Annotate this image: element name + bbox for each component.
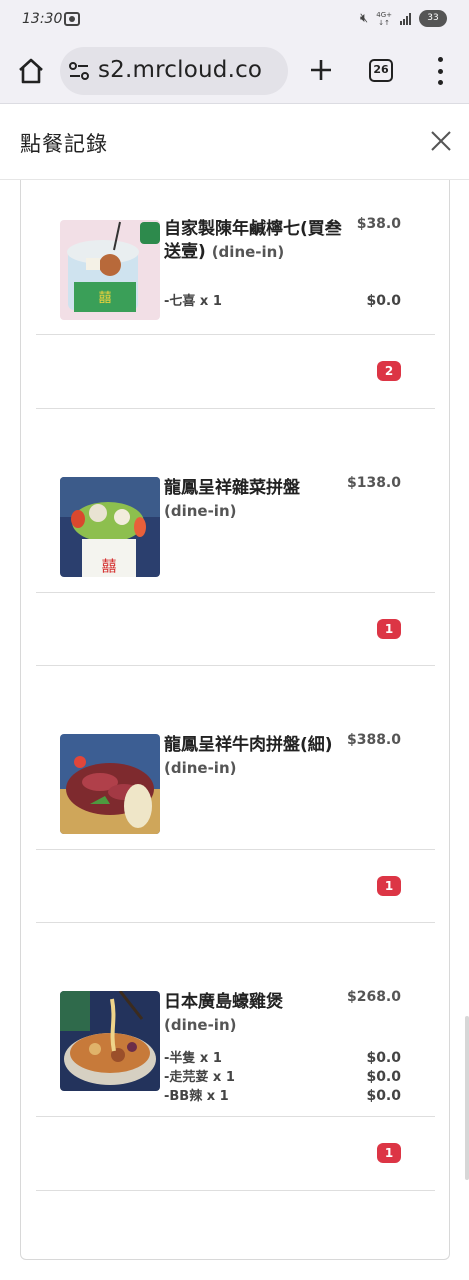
order-history-list: 囍 自家製陳年鹹檸七(買叁送壹) (dine-in) $38.0 -七喜 x 1… xyxy=(20,180,450,1260)
option-label: -BB辣 x 1 xyxy=(164,1089,229,1104)
status-icons: 🔇︎ 4G+ ↓↑ 33 xyxy=(360,10,447,27)
status-time: 13:30 xyxy=(22,11,63,27)
item-price: $268.0 xyxy=(346,989,401,1005)
item-image xyxy=(60,734,160,834)
browser-toolbar: s2.mrcloud.co 26 xyxy=(0,40,469,104)
dine-in-label: (dine-in) xyxy=(164,502,237,520)
option-price: $0.0 xyxy=(366,293,401,309)
list-item: 囍 龍鳳呈祥雜菜拼盤 (dine-in) $138.0 1 xyxy=(36,409,435,667)
option-price: $0.0 xyxy=(366,1069,401,1085)
divider xyxy=(36,1190,435,1191)
item-name: 龍鳳呈祥牛肉拼盤(細) (dine-in) xyxy=(164,734,344,780)
close-icon[interactable] xyxy=(428,128,454,154)
list-item: 囍 自家製陳年鹹檸七(買叁送壹) (dine-in) $38.0 -七喜 x 1… xyxy=(36,180,435,410)
item-photo: 囍 xyxy=(60,477,160,577)
option-price: $0.0 xyxy=(366,1050,401,1066)
item-name: 自家製陳年鹹檸七(買叁送壹) (dine-in) xyxy=(164,218,344,264)
item-price: $388.0 xyxy=(346,732,401,748)
option-row: -七喜 x 1 $0.0 xyxy=(164,292,401,311)
dine-in-label: (dine-in) xyxy=(164,759,237,777)
camera-icon xyxy=(64,12,80,26)
tab-switcher-icon[interactable]: 26 xyxy=(369,59,393,82)
list-item: 龍鳳呈祥牛肉拼盤(細) (dine-in) $388.0 1 xyxy=(36,666,435,924)
option-row: -走芫荽 x 1 $0.0 xyxy=(164,1068,401,1087)
svg-text:囍: 囍 xyxy=(101,557,116,575)
item-name-text: 龍鳳呈祥牛肉拼盤(細) xyxy=(164,735,333,755)
item-name-text: 日本廣島蠔雞煲 xyxy=(164,992,283,1012)
plus-icon[interactable] xyxy=(306,55,336,85)
option-label: -半隻 x 1 xyxy=(164,1051,222,1066)
url-text[interactable]: s2.mrcloud.co xyxy=(98,57,262,83)
option-price: $0.0 xyxy=(366,1088,401,1104)
mute-icon: 🔇︎ xyxy=(360,11,369,26)
svg-text:囍: 囍 xyxy=(98,291,111,306)
modal-header: 點餐記錄 xyxy=(0,104,469,180)
tune-icon[interactable] xyxy=(68,61,90,81)
item-price: $138.0 xyxy=(346,475,401,491)
divider xyxy=(36,592,435,593)
modal-title: 點餐記錄 xyxy=(20,132,108,156)
divider xyxy=(36,1116,435,1117)
item-image: 囍 xyxy=(60,477,160,577)
item-name: 龍鳳呈祥雜菜拼盤 (dine-in) xyxy=(164,477,344,523)
option-label: -七喜 x 1 xyxy=(164,294,222,309)
divider xyxy=(36,334,435,335)
signal-icon xyxy=(400,12,411,25)
more-vert-icon[interactable] xyxy=(434,57,446,85)
scrollbar[interactable] xyxy=(465,1016,469,1180)
item-name-text: 龍鳳呈祥雜菜拼盤 xyxy=(164,478,300,498)
item-image: 囍 xyxy=(60,220,160,320)
network-label: 4G+ xyxy=(376,10,392,19)
dine-in-label: (dine-in) xyxy=(164,1016,237,1034)
option-label: -走芫荽 x 1 xyxy=(164,1070,235,1085)
item-price: $38.0 xyxy=(356,216,401,232)
status-bar: 13:30 🔇︎ 4G+ ↓↑ 33 xyxy=(0,0,469,40)
item-name: 日本廣島蠔雞煲 (dine-in) xyxy=(164,991,344,1037)
quantity-badge: 1 xyxy=(377,619,401,639)
list-item: 日本廣島蠔雞煲 (dine-in) $268.0 -半隻 x 1 $0.0 -走芫… xyxy=(36,923,435,1193)
divider xyxy=(36,849,435,850)
item-photo xyxy=(60,991,160,1091)
option-row: -BB辣 x 1 $0.0 xyxy=(164,1087,401,1106)
dine-in-label: (dine-in) xyxy=(211,243,285,261)
option-row: -半隻 x 1 $0.0 xyxy=(164,1049,401,1068)
network-type: 4G+ ↓↑ xyxy=(376,10,392,27)
home-icon[interactable] xyxy=(14,54,48,88)
item-photo: 囍 xyxy=(60,220,160,320)
battery-icon: 33 xyxy=(419,10,447,27)
item-image xyxy=(60,991,160,1091)
quantity-badge: 2 xyxy=(377,361,401,381)
address-bar[interactable]: s2.mrcloud.co xyxy=(60,47,288,95)
item-photo xyxy=(60,734,160,834)
quantity-badge: 1 xyxy=(377,876,401,896)
quantity-badge: 1 xyxy=(377,1143,401,1163)
